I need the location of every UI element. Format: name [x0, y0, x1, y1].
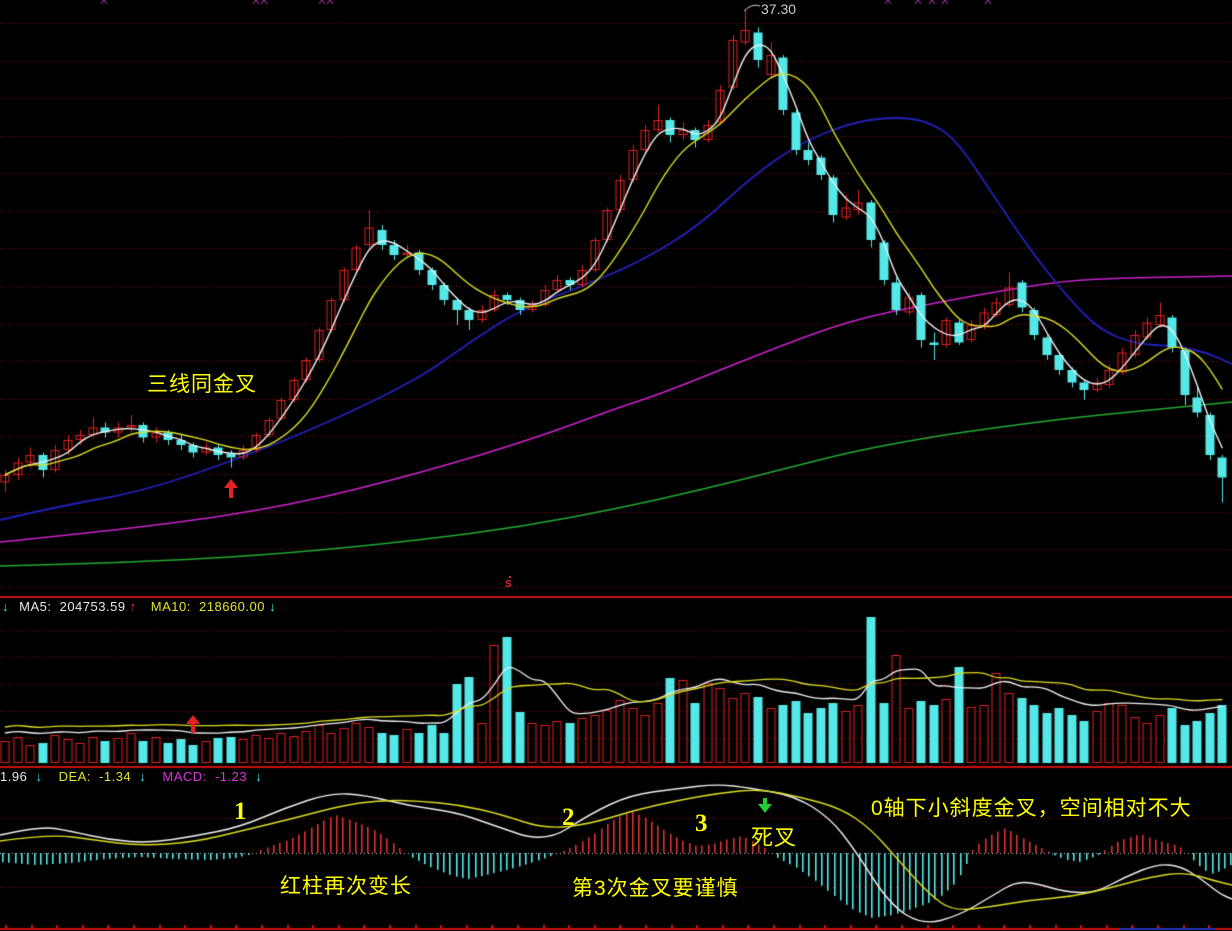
macd-macd-value: -1.23: [215, 769, 247, 784]
event-marker-s[interactable]: S: [505, 580, 512, 590]
macd-macd-down-icon: ↓: [255, 769, 262, 784]
macd-dif-down-icon: ↓: [35, 769, 42, 784]
annotation-red-bars-longer: 红柱再次变长: [280, 870, 412, 900]
volume-indicator-header: ↓ MA5: 204753.59 ↑ MA10: 218660.00 ↓: [2, 599, 276, 614]
volume-trend-down-icon: ↓: [2, 599, 9, 614]
volume-ma10-down-icon: ↓: [269, 599, 276, 614]
annotation-below-zero-cross: 0轴下小斜度金叉，空间相对不大: [871, 792, 1192, 822]
volume-ma10-label: MA10:: [151, 599, 191, 614]
annotation-number-1: 1: [234, 798, 247, 826]
annotation-number-2: 2: [562, 804, 575, 832]
stock-chart-app: 37.30 三线同金叉 红柱再次变长 第3次金叉要谨慎 死叉 0轴下小斜度金叉，…: [0, 0, 1232, 931]
annotation-third-cross-caution: 第3次金叉要谨慎: [572, 872, 739, 902]
volume-ma5-value: 204753.59: [60, 599, 126, 614]
macd-dif-value: 1.96: [0, 769, 27, 784]
macd-macd-label: MACD:: [162, 769, 206, 784]
volume-ma10-value: 218660.00: [199, 599, 265, 614]
macd-dea-value: -1.34: [99, 769, 131, 784]
annotation-death-cross: 死叉: [751, 820, 797, 852]
macd-dea-label: DEA:: [59, 769, 91, 784]
macd-indicator-header: 1.96 ↓ DEA: -1.34 ↓ MACD: -1.23 ↓: [0, 769, 262, 784]
annotation-number-3: 3: [695, 810, 708, 838]
macd-dea-down-icon: ↓: [139, 769, 146, 784]
volume-ma5-label: MA5:: [19, 599, 51, 614]
peak-price-label: 37.30: [761, 1, 796, 17]
volume-ma5-up-icon: ↑: [130, 599, 137, 614]
event-marker-dot: [509, 576, 511, 578]
annotation-three-line-golden-cross: 三线同金叉: [147, 368, 257, 398]
